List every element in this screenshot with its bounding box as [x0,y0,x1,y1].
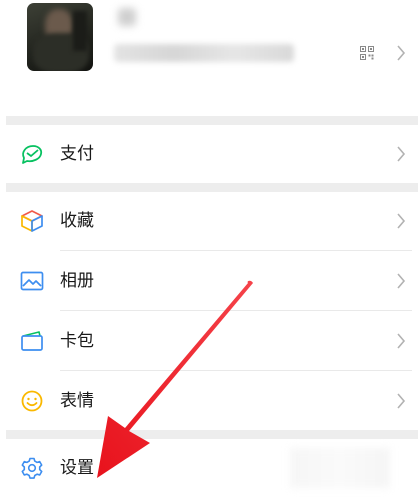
menu-label-stickers: 表情 [60,391,94,411]
menu-label-cards: 卡包 [60,331,94,351]
menu-item-favorites[interactable]: 收藏 [6,192,418,250]
menu-label-favorites: 收藏 [60,211,94,231]
smiley-icon [21,390,43,412]
chevron-right-icon [397,213,406,229]
chevron-right-icon [397,45,406,61]
pay-icon [22,145,43,164]
section-separator [6,430,418,439]
section-separator [6,116,418,125]
row-divider [60,370,412,371]
cube-icon [21,210,43,232]
menu-label-pay: 支付 [60,144,94,164]
section-separator [6,183,418,192]
menu-item-album[interactable]: 相册 [6,252,418,310]
menu-label-album: 相册 [60,271,94,291]
chevron-right-icon [397,393,406,409]
image-icon [20,271,44,291]
row-divider [60,310,412,311]
menu-item-cards[interactable]: 卡包 [6,312,418,370]
card-wallet-icon [21,331,43,351]
row-divider [60,250,412,251]
blurred-overlay [290,448,390,488]
profile-header[interactable] [0,0,418,116]
blurred-nickname [118,8,136,26]
menu-item-stickers[interactable]: 表情 [6,372,418,430]
blurred-wechat-id [114,44,294,62]
chevron-right-icon [397,146,406,162]
menu-item-pay[interactable]: 支付 [6,125,418,183]
avatar[interactable] [27,3,93,71]
chevron-right-icon [397,273,406,289]
chevron-right-icon [397,333,406,349]
qr-code-icon[interactable] [360,46,374,60]
gear-icon [21,457,43,479]
menu-label-settings: 设置 [60,458,94,478]
